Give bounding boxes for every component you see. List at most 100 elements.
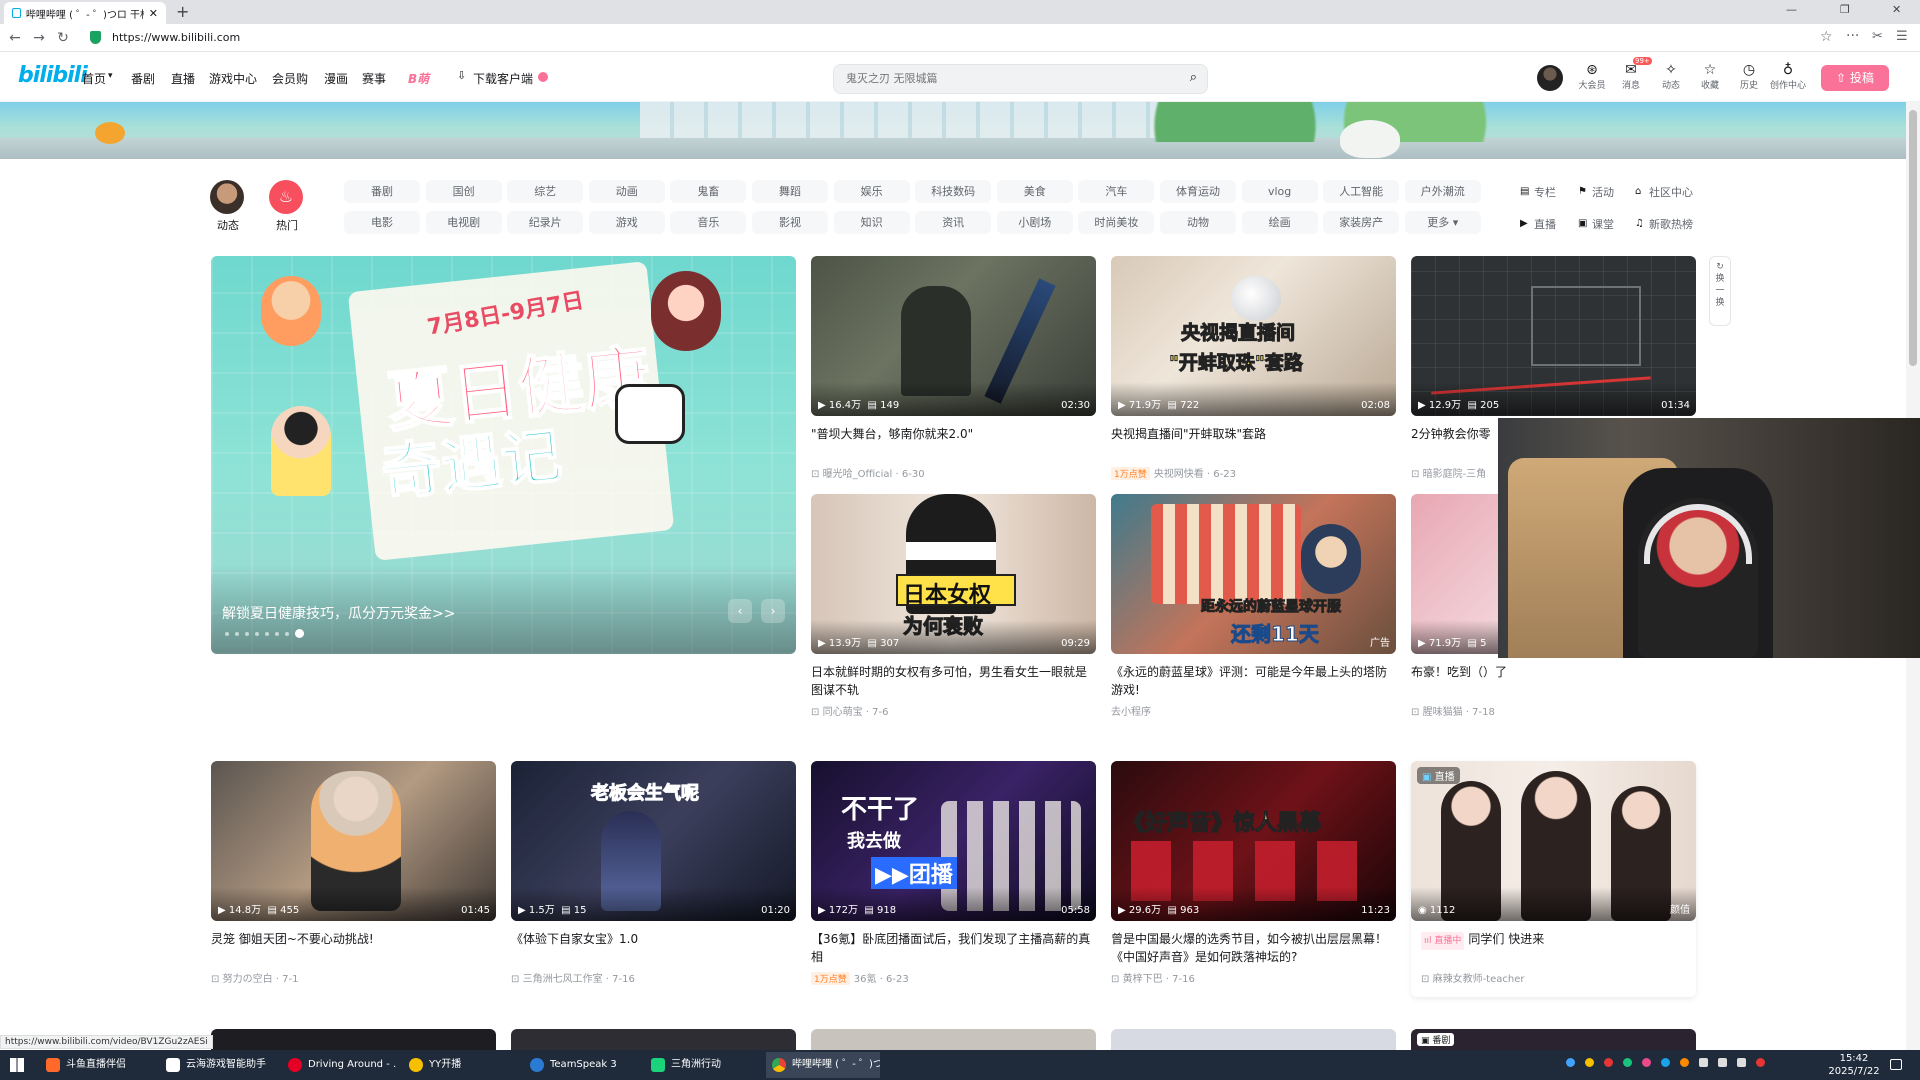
- channel-tag-10[interactable]: 动物: [1160, 211, 1236, 234]
- video-thumbnail[interactable]: 不干了 我去做 ▶▶团播 ▶ 172万 ▤ 918 05:58: [811, 761, 1096, 921]
- dynamic-entry[interactable]: 动态: [210, 180, 246, 233]
- channel-tag-7[interactable]: 资讯: [915, 211, 992, 234]
- video-meta[interactable]: ⊡ 努力の空白 · 7-1: [211, 970, 298, 985]
- tray-icon[interactable]: [1604, 1058, 1613, 1067]
- video-meta[interactable]: 去小程序: [1111, 703, 1151, 718]
- header-favorite[interactable]: ☆ 收藏: [1690, 62, 1730, 91]
- refresh-button[interactable]: ↻ 换一换: [1709, 256, 1731, 326]
- channel-tag-0[interactable]: 番剧: [344, 180, 420, 203]
- url-field[interactable]: https://www.bilibili.com: [112, 29, 240, 47]
- carousel[interactable]: 7月8日-9月7日 夏日健康 奇遇记 解锁夏日健康技巧，瓜分万元奖金>> ‹ ›: [211, 256, 796, 654]
- channel-tag-13[interactable]: 户外潮流: [1404, 180, 1481, 203]
- video-thumbnail[interactable]: [511, 1029, 796, 1050]
- video-thumbnail[interactable]: [211, 1029, 496, 1050]
- search-icon[interactable]: ⌕: [1190, 70, 1197, 85]
- video-meta[interactable]: ⊡ 三角洲七风工作室 · 7-16: [511, 970, 635, 985]
- upload-button[interactable]: ⇧ 投稿: [1821, 65, 1889, 91]
- video-thumbnail[interactable]: ▶ 12.9万 ▤ 205 01:34: [1411, 256, 1696, 416]
- channel-tag-10[interactable]: 体育运动: [1160, 180, 1236, 203]
- channel-tag-8[interactable]: 美食: [996, 180, 1073, 203]
- star-icon[interactable]: ☆: [1820, 29, 1833, 45]
- side-link-community[interactable]: 社区中心: [1649, 184, 1693, 200]
- video-meta[interactable]: ⊡ 暗影庭院-三角: [1411, 465, 1486, 480]
- channel-tag-0[interactable]: 电影: [344, 211, 420, 234]
- tray-icon[interactable]: [1566, 1058, 1575, 1067]
- channel-tag-12[interactable]: 人工智能: [1323, 180, 1400, 203]
- more-icon[interactable]: ···: [1846, 28, 1859, 44]
- video-thumbnail[interactable]: 距永远的蔚蓝星球开服 还剩11天 广告: [1111, 494, 1396, 654]
- video-thumbnail[interactable]: 老板会生气呢 ▶ 1.5万 ▤ 15 01:20: [511, 761, 796, 921]
- video-thumbnail[interactable]: ▶ 16.4万 ▤ 149 02:30: [811, 256, 1096, 416]
- header-message[interactable]: ✉ 消息 99+: [1611, 57, 1652, 91]
- tray-icon[interactable]: [1623, 1058, 1632, 1067]
- video-title[interactable]: 日本就鲜时期的女权有多可怕，男生看女生一眼就是图谋不轨: [811, 663, 1091, 699]
- back-icon[interactable]: ←: [6, 29, 24, 47]
- new-tab-button[interactable]: +: [176, 2, 189, 21]
- video-title[interactable]: 2分钟教会你零: [1411, 425, 1501, 443]
- channel-tag-2[interactable]: 纪录片: [507, 211, 584, 234]
- carousel-dot-active[interactable]: [295, 629, 304, 638]
- browser-tab-active[interactable]: 哔哩哔哩 ( ゜- ゜)つロ 干杯~- ✕: [4, 2, 166, 24]
- language-icon[interactable]: [1737, 1058, 1746, 1067]
- side-link-live[interactable]: 直播: [1534, 216, 1556, 232]
- channel-tag-9[interactable]: 时尚美妆: [1078, 211, 1155, 234]
- video-thumbnail[interactable]: ▣ 番剧: [1411, 1029, 1696, 1050]
- tray-icon[interactable]: [1680, 1058, 1689, 1067]
- video-thumbnail[interactable]: [811, 1029, 1096, 1050]
- carousel-dot[interactable]: [275, 631, 279, 636]
- close-window-icon[interactable]: ✕: [1892, 3, 1901, 16]
- channel-tag-11[interactable]: vlog: [1241, 180, 1318, 203]
- video-title[interactable]: 央视揭直播间"开蚌取珠"套路: [1111, 425, 1391, 443]
- channel-tag-5[interactable]: 舞蹈: [752, 180, 828, 203]
- video-meta[interactable]: 1万点赞 36氪 · 6-23: [811, 970, 909, 985]
- video-title[interactable]: 《体验下自家女宝》1.0: [511, 930, 791, 948]
- search-input[interactable]: [846, 72, 1166, 85]
- close-icon[interactable]: ✕: [149, 7, 158, 20]
- taskbar-clock[interactable]: 15:42 2025/7/22: [1826, 1052, 1882, 1078]
- channel-tag-6[interactable]: 娱乐: [833, 180, 910, 203]
- carousel-dot[interactable]: [285, 631, 289, 636]
- nav-anime[interactable]: 番剧: [131, 70, 155, 87]
- tray-icon[interactable]: [1642, 1058, 1651, 1067]
- live-thumbnail[interactable]: ▣ 直播 ◉ 1112 颜值: [1411, 761, 1696, 921]
- channel-more-button[interactable]: 更多 ▾: [1404, 211, 1481, 234]
- tray-icon[interactable]: [1661, 1058, 1670, 1067]
- header-dynamic[interactable]: ✧ 动态: [1651, 62, 1691, 91]
- task-yunhai[interactable]: 云海游戏智能助手: [160, 1052, 280, 1078]
- side-link-column[interactable]: 专栏: [1534, 184, 1556, 200]
- header-creator[interactable]: ♁ 创作中心: [1768, 62, 1808, 91]
- channel-tag-1[interactable]: 国创: [425, 180, 502, 203]
- nav-home[interactable]: 首页: [82, 70, 106, 87]
- task-delta-force[interactable]: 三角洲行动: [645, 1052, 759, 1078]
- header-banner[interactable]: [0, 102, 1906, 159]
- channel-tag-7[interactable]: 科技数码: [915, 180, 992, 203]
- hot-entry[interactable]: ♨ 热门: [269, 180, 305, 233]
- windows-start-icon[interactable]: [10, 1058, 24, 1072]
- task-teamspeak[interactable]: TeamSpeak 3: [524, 1052, 638, 1078]
- scrollbar-thumb[interactable]: [1909, 110, 1917, 366]
- tray-icon[interactable]: [1585, 1058, 1594, 1067]
- video-title[interactable]: 灵笼 御姐天团~不要心动挑战!: [211, 930, 491, 948]
- side-link-activity[interactable]: 活动: [1592, 184, 1614, 200]
- nav-game-center[interactable]: 游戏中心: [209, 70, 257, 87]
- video-title[interactable]: 曾是中国最火爆的选秀节目，如今被扒出层层黑幕！《中国好声音》是如何跌落神坛的?: [1111, 930, 1391, 966]
- channel-tag-12[interactable]: 家装房产: [1323, 211, 1400, 234]
- nav-esports[interactable]: 赛事: [362, 70, 386, 87]
- channel-tag-11[interactable]: 绘画: [1241, 211, 1318, 234]
- video-meta[interactable]: ⊡ 黄梓下巴 · 7-16: [1111, 970, 1195, 985]
- bilibili-logo[interactable]: bilibili: [18, 63, 88, 88]
- carousel-dot[interactable]: [255, 631, 259, 636]
- nav-live[interactable]: 直播: [171, 70, 195, 87]
- video-title[interactable]: 布豪！吃到（）了: [1411, 663, 1691, 681]
- side-link-music-chart[interactable]: 新歌热榜: [1649, 216, 1693, 232]
- video-title[interactable]: 【36氪】卧底团播面试后，我们发现了主播高薪的真相: [811, 930, 1091, 966]
- minimize-icon[interactable]: —: [1786, 3, 1797, 16]
- task-douyu[interactable]: 斗鱼直播伴侣: [40, 1052, 160, 1078]
- video-meta[interactable]: 1万点赞 央视网快看 · 6-23: [1111, 465, 1236, 480]
- task-yy[interactable]: YY开播: [403, 1052, 517, 1078]
- nav-mall[interactable]: 会员购: [272, 70, 308, 87]
- video-title[interactable]: "普坝大舞台，够南你就来2.0": [811, 425, 1091, 443]
- channel-tag-4[interactable]: 音乐: [670, 211, 747, 234]
- volume-icon[interactable]: [1718, 1058, 1727, 1067]
- tools-icon[interactable]: ✂: [1872, 29, 1883, 44]
